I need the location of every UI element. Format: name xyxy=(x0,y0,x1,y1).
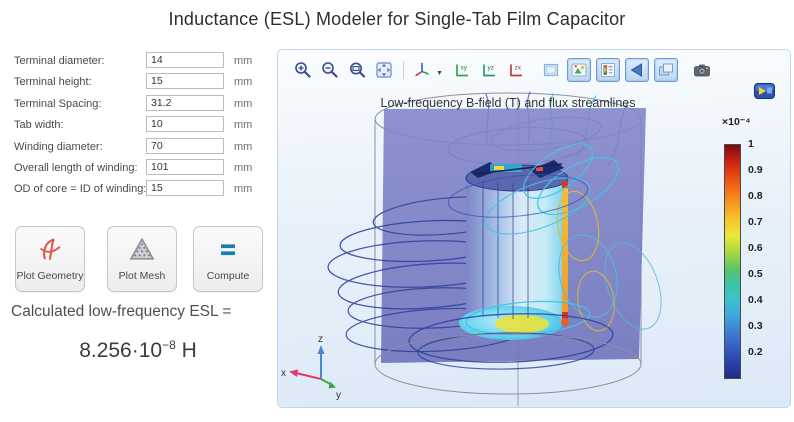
colorbar-tick: 0.9 xyxy=(748,164,763,176)
show-grid-icon[interactable] xyxy=(540,59,562,81)
terminal-diameter-input[interactable] xyxy=(146,52,224,68)
field-label: Tab width: xyxy=(14,119,64,132)
result-exponent: −8 xyxy=(162,338,176,352)
axis-label-z: z xyxy=(318,334,323,345)
colorbar-tick: 0.4 xyxy=(748,294,763,306)
unit-label: mm xyxy=(234,140,253,153)
field-label: Terminal diameter: xyxy=(14,55,105,67)
field-row-core-od: OD of core = ID of winding: mm xyxy=(14,179,266,200)
colorbar-tick: 0.2 xyxy=(748,346,763,358)
unit-label: mm xyxy=(234,97,253,110)
button-label: Plot Geometry xyxy=(16,269,84,282)
colorbar-tick: 0.6 xyxy=(748,242,763,254)
plot-geometry-button[interactable]: Plot Geometry xyxy=(15,226,85,292)
graphics-canvas[interactable]: z x y xyxy=(278,86,791,408)
select-arrow-icon[interactable] xyxy=(624,58,649,82)
colorbar-tick: 1 xyxy=(748,138,754,150)
zoom-extents-icon[interactable] xyxy=(373,59,395,81)
svg-text:zx: zx xyxy=(514,65,521,72)
svg-text:yz: yz xyxy=(487,65,494,72)
field-label: Terminal height: xyxy=(14,76,92,89)
unit-label: mm xyxy=(234,183,253,196)
field-label: OD of core = ID of winding: xyxy=(14,183,147,196)
result-label: Calculated low-frequency ESL = xyxy=(11,303,232,320)
unit-label: mm xyxy=(234,161,253,174)
zoom-in-icon[interactable] xyxy=(292,59,314,81)
unit-label: mm xyxy=(234,76,253,89)
toolbar-separator xyxy=(403,61,404,79)
compass-icon xyxy=(36,236,64,267)
zoom-out-icon[interactable] xyxy=(319,59,341,81)
colorbar-multiplier: ×10⁻⁴ xyxy=(722,116,751,128)
terminal-spacing-input[interactable] xyxy=(146,94,224,111)
graphics-panel: ▼ xy yz zx z x y Low-frequency B-field (… xyxy=(277,49,791,408)
core-od-input[interactable] xyxy=(146,180,224,197)
result-value: 8.256·10−8 H xyxy=(0,338,276,363)
button-label: Plot Mesh xyxy=(118,269,166,282)
field-label: Overall length of winding: xyxy=(14,161,138,174)
plot-settings-icon[interactable] xyxy=(754,83,775,99)
compute-button[interactable]: Compute xyxy=(193,226,263,292)
colorbar-tick: 0.8 xyxy=(748,190,763,202)
chevron-down-icon[interactable]: ▼ xyxy=(436,70,443,77)
axis-triad: z x y xyxy=(281,334,341,401)
view-yz-icon[interactable]: yz xyxy=(478,59,500,81)
field-row-winding-length: Overall length of winding: mm xyxy=(14,158,266,179)
unit-label: mm xyxy=(234,119,253,132)
field-label: Terminal Spacing: xyxy=(14,97,102,110)
page-title: Inductance (ESL) Modeler for Single-Tab … xyxy=(168,9,626,29)
button-label: Compute xyxy=(206,269,250,282)
field-row-terminal-diameter: Terminal diameter: mm xyxy=(14,51,266,72)
result-unit: H xyxy=(181,339,197,362)
terminal-height-input[interactable] xyxy=(146,73,224,90)
color-legend-icon[interactable] xyxy=(595,58,620,82)
parameter-form: Terminal diameter: mm Terminal height: m… xyxy=(14,51,266,201)
colorbar-tick: 0.5 xyxy=(748,268,763,280)
transparency-icon[interactable] xyxy=(653,58,678,82)
svg-text:xy: xy xyxy=(460,65,467,72)
default-3d-view-icon[interactable] xyxy=(411,59,433,81)
winding-length-input[interactable] xyxy=(146,158,224,175)
colorbar-tick: 0.3 xyxy=(748,320,763,332)
field-row-winding-diameter: Winding diameter: mm xyxy=(14,137,266,158)
field-row-terminal-height: Terminal height: mm xyxy=(14,72,266,93)
field-row-terminal-spacing: Terminal Spacing: mm xyxy=(14,94,266,115)
field-row-tab-width: Tab width: mm xyxy=(14,115,266,136)
axis-label-x: x xyxy=(281,368,286,379)
tab-width-input[interactable] xyxy=(146,116,224,133)
winding-diameter-input[interactable] xyxy=(146,137,224,154)
field-label: Winding diameter: xyxy=(14,140,103,153)
app-window: Inductance (ESL) Modeler for Single-Tab … xyxy=(0,0,794,422)
snapshot-camera-icon[interactable] xyxy=(691,59,713,81)
graphics-toolbar: ▼ xy yz zx xyxy=(292,57,718,83)
mesh-triangle-icon xyxy=(128,236,156,267)
unit-label: mm xyxy=(234,55,253,67)
equals-icon xyxy=(214,236,242,267)
colorbar xyxy=(724,144,741,379)
view-zx-icon[interactable]: zx xyxy=(505,59,527,81)
axis-label-y: y xyxy=(336,390,341,401)
view-xy-icon[interactable]: xy xyxy=(451,59,473,81)
scene-light-icon[interactable] xyxy=(566,58,591,82)
zoom-box-icon[interactable] xyxy=(346,59,368,81)
plot-mesh-button[interactable]: Plot Mesh xyxy=(107,226,177,292)
colorbar-tick: 0.7 xyxy=(748,216,763,228)
result-mantissa: 8.256·10 xyxy=(79,339,163,362)
